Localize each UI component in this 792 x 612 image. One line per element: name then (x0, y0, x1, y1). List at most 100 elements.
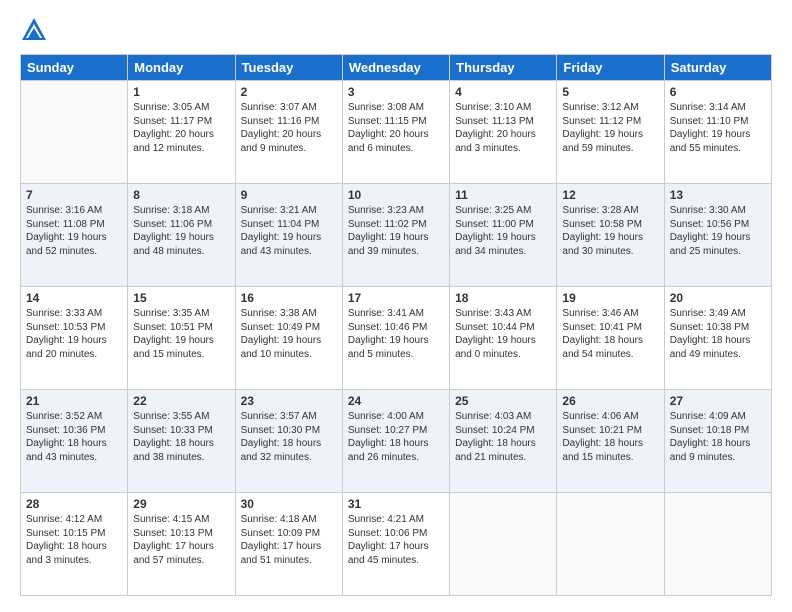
day-info: Sunrise: 3:08 AM Sunset: 11:15 PM Daylig… (348, 101, 444, 155)
day-info: Sunrise: 3:46 AM Sunset: 10:41 PM Daylig… (562, 307, 658, 361)
calendar-cell: 11 Sunrise: 3:25 AM Sunset: 11:00 PM Dayl… (450, 184, 557, 287)
day-number: 26 (562, 394, 658, 408)
header (20, 16, 772, 44)
day-number: 5 (562, 85, 658, 99)
calendar-cell: 22 Sunrise: 3:55 AM Sunset: 10:33 PM Dayl… (128, 390, 235, 493)
day-info: Sunrise: 3:16 AM Sunset: 11:08 PM Daylig… (26, 204, 122, 258)
day-number: 9 (241, 188, 337, 202)
day-info: Sunrise: 4:12 AM Sunset: 10:15 PM Daylig… (26, 513, 122, 567)
calendar-cell: 2 Sunrise: 3:07 AM Sunset: 11:16 PM Dayli… (235, 81, 342, 184)
calendar-cell: 29 Sunrise: 4:15 AM Sunset: 10:13 PM Dayl… (128, 493, 235, 596)
day-info: Sunrise: 3:23 AM Sunset: 11:02 PM Daylig… (348, 204, 444, 258)
day-info: Sunrise: 3:52 AM Sunset: 10:36 PM Daylig… (26, 410, 122, 464)
calendar-cell: 1 Sunrise: 3:05 AM Sunset: 11:17 PM Dayli… (128, 81, 235, 184)
day-info: Sunrise: 3:43 AM Sunset: 10:44 PM Daylig… (455, 307, 551, 361)
day-info: Sunrise: 3:35 AM Sunset: 10:51 PM Daylig… (133, 307, 229, 361)
calendar-cell: 24 Sunrise: 4:00 AM Sunset: 10:27 PM Dayl… (342, 390, 449, 493)
col-header-thursday: Thursday (450, 55, 557, 81)
day-number: 12 (562, 188, 658, 202)
day-number: 1 (133, 85, 229, 99)
day-number: 18 (455, 291, 551, 305)
day-number: 14 (26, 291, 122, 305)
calendar-cell: 15 Sunrise: 3:35 AM Sunset: 10:51 PM Dayl… (128, 287, 235, 390)
day-info: Sunrise: 3:18 AM Sunset: 11:06 PM Daylig… (133, 204, 229, 258)
calendar-cell (664, 493, 771, 596)
calendar-cell: 18 Sunrise: 3:43 AM Sunset: 10:44 PM Dayl… (450, 287, 557, 390)
day-info: Sunrise: 3:49 AM Sunset: 10:38 PM Daylig… (670, 307, 766, 361)
calendar-week-row: 14Sunrise: 3:33 AM Sunset: 10:53 PM Dayl… (21, 287, 772, 390)
calendar-cell: 23 Sunrise: 3:57 AM Sunset: 10:30 PM Dayl… (235, 390, 342, 493)
calendar-cell: 5 Sunrise: 3:12 AM Sunset: 11:12 PM Dayli… (557, 81, 664, 184)
day-info: Sunrise: 3:14 AM Sunset: 11:10 PM Daylig… (670, 101, 766, 155)
day-number: 27 (670, 394, 766, 408)
day-info: Sunrise: 3:28 AM Sunset: 10:58 PM Daylig… (562, 204, 658, 258)
calendar-cell: 28 Sunrise: 4:12 AM Sunset: 10:15 PM Dayl… (21, 493, 128, 596)
calendar-cell: 14Sunrise: 3:33 AM Sunset: 10:53 PM Dayl… (21, 287, 128, 390)
col-header-sunday: Sunday (21, 55, 128, 81)
calendar-cell: 12 Sunrise: 3:28 AM Sunset: 10:58 PM Dayl… (557, 184, 664, 287)
day-info: Sunrise: 4:00 AM Sunset: 10:27 PM Daylig… (348, 410, 444, 464)
calendar-cell (557, 493, 664, 596)
day-number: 2 (241, 85, 337, 99)
col-header-friday: Friday (557, 55, 664, 81)
calendar-cell: 17Sunrise: 3:41 AM Sunset: 10:46 PM Dayl… (342, 287, 449, 390)
day-number: 25 (455, 394, 551, 408)
calendar-cell: 27Sunrise: 4:09 AM Sunset: 10:18 PM Dayl… (664, 390, 771, 493)
day-number: 24 (348, 394, 444, 408)
logo (20, 16, 52, 44)
calendar-cell: 25 Sunrise: 4:03 AM Sunset: 10:24 PM Dayl… (450, 390, 557, 493)
day-info: Sunrise: 3:05 AM Sunset: 11:17 PM Daylig… (133, 101, 229, 155)
day-number: 28 (26, 497, 122, 511)
calendar-week-row: 21 Sunrise: 3:52 AM Sunset: 10:36 PM Dayl… (21, 390, 772, 493)
logo-icon (20, 16, 48, 44)
calendar-cell: 20Sunrise: 3:49 AM Sunset: 10:38 PM Dayl… (664, 287, 771, 390)
calendar-cell: 19 Sunrise: 3:46 AM Sunset: 10:41 PM Dayl… (557, 287, 664, 390)
calendar-cell: 4 Sunrise: 3:10 AM Sunset: 11:13 PM Dayli… (450, 81, 557, 184)
day-info: Sunrise: 4:21 AM Sunset: 10:06 PM Daylig… (348, 513, 444, 567)
calendar-week-row: 1 Sunrise: 3:05 AM Sunset: 11:17 PM Dayli… (21, 81, 772, 184)
calendar-week-row: 28 Sunrise: 4:12 AM Sunset: 10:15 PM Dayl… (21, 493, 772, 596)
day-number: 29 (133, 497, 229, 511)
calendar-cell: 31 Sunrise: 4:21 AM Sunset: 10:06 PM Dayl… (342, 493, 449, 596)
day-number: 30 (241, 497, 337, 511)
calendar-cell: 30 Sunrise: 4:18 AM Sunset: 10:09 PM Dayl… (235, 493, 342, 596)
col-header-monday: Monday (128, 55, 235, 81)
calendar-cell: 10Sunrise: 3:23 AM Sunset: 11:02 PM Dayl… (342, 184, 449, 287)
calendar-cell: 16Sunrise: 3:38 AM Sunset: 10:49 PM Dayl… (235, 287, 342, 390)
day-number: 4 (455, 85, 551, 99)
calendar-page: SundayMondayTuesdayWednesdayThursdayFrid… (0, 0, 792, 612)
day-info: Sunrise: 4:15 AM Sunset: 10:13 PM Daylig… (133, 513, 229, 567)
day-number: 11 (455, 188, 551, 202)
day-info: Sunrise: 3:55 AM Sunset: 10:33 PM Daylig… (133, 410, 229, 464)
day-number: 23 (241, 394, 337, 408)
day-number: 17 (348, 291, 444, 305)
day-number: 3 (348, 85, 444, 99)
calendar-cell: 8 Sunrise: 3:18 AM Sunset: 11:06 PM Dayli… (128, 184, 235, 287)
calendar-table: SundayMondayTuesdayWednesdayThursdayFrid… (20, 54, 772, 596)
calendar-week-row: 7 Sunrise: 3:16 AM Sunset: 11:08 PM Dayli… (21, 184, 772, 287)
day-info: Sunrise: 3:12 AM Sunset: 11:12 PM Daylig… (562, 101, 658, 155)
day-number: 21 (26, 394, 122, 408)
calendar-cell: 7 Sunrise: 3:16 AM Sunset: 11:08 PM Dayli… (21, 184, 128, 287)
calendar-cell: 26Sunrise: 4:06 AM Sunset: 10:21 PM Dayl… (557, 390, 664, 493)
calendar-cell (21, 81, 128, 184)
day-info: Sunrise: 3:57 AM Sunset: 10:30 PM Daylig… (241, 410, 337, 464)
day-number: 22 (133, 394, 229, 408)
day-info: Sunrise: 3:10 AM Sunset: 11:13 PM Daylig… (455, 101, 551, 155)
day-number: 15 (133, 291, 229, 305)
day-number: 7 (26, 188, 122, 202)
day-info: Sunrise: 3:25 AM Sunset: 11:00 PM Daylig… (455, 204, 551, 258)
day-number: 8 (133, 188, 229, 202)
col-header-saturday: Saturday (664, 55, 771, 81)
calendar-header-row: SundayMondayTuesdayWednesdayThursdayFrid… (21, 55, 772, 81)
day-info: Sunrise: 3:07 AM Sunset: 11:16 PM Daylig… (241, 101, 337, 155)
calendar-cell: 3 Sunrise: 3:08 AM Sunset: 11:15 PM Dayli… (342, 81, 449, 184)
day-info: Sunrise: 4:18 AM Sunset: 10:09 PM Daylig… (241, 513, 337, 567)
day-info: Sunrise: 3:21 AM Sunset: 11:04 PM Daylig… (241, 204, 337, 258)
day-info: Sunrise: 4:03 AM Sunset: 10:24 PM Daylig… (455, 410, 551, 464)
day-number: 31 (348, 497, 444, 511)
calendar-cell (450, 493, 557, 596)
day-info: Sunrise: 3:38 AM Sunset: 10:49 PM Daylig… (241, 307, 337, 361)
calendar-cell: 21 Sunrise: 3:52 AM Sunset: 10:36 PM Dayl… (21, 390, 128, 493)
day-number: 19 (562, 291, 658, 305)
